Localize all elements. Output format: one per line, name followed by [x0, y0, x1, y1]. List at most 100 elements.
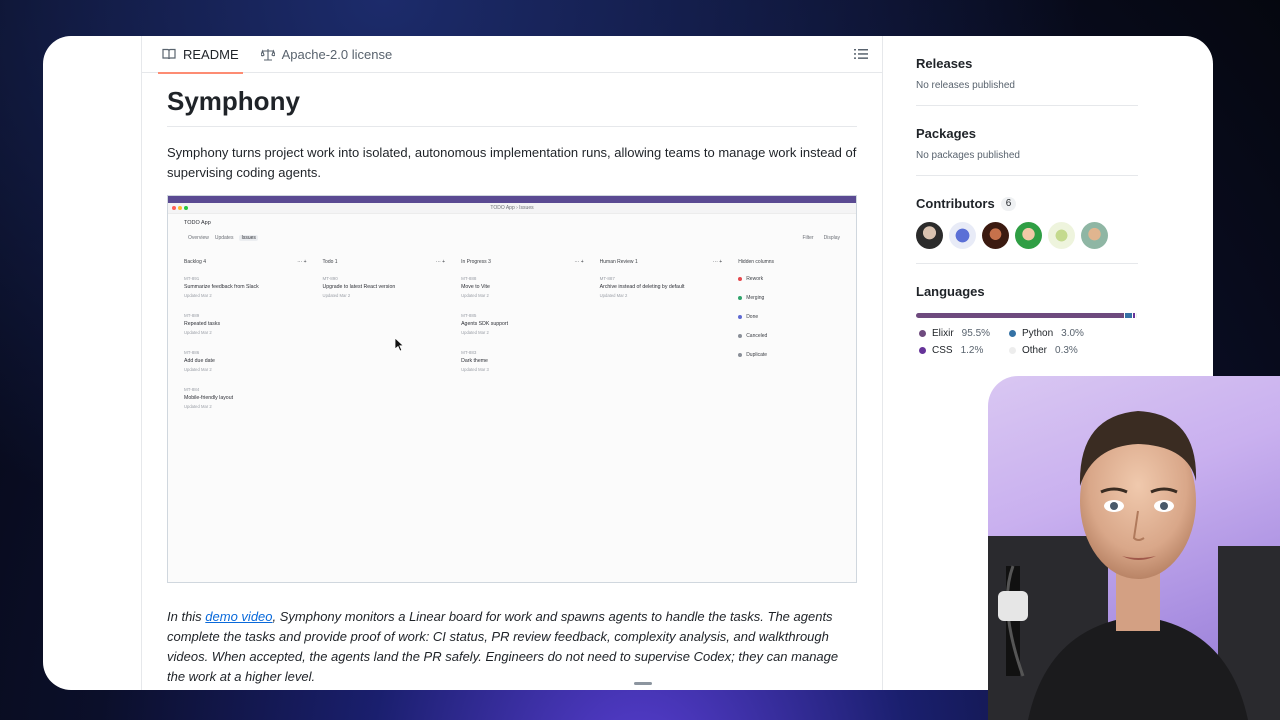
- language-bar-segment: [916, 313, 1125, 318]
- avatar[interactable]: [1081, 222, 1108, 249]
- issue-card: MT-890 Upgrade to latest React version Upd…: [319, 274, 450, 304]
- issue-id: MT-890: [322, 275, 338, 281]
- hidden-columns: Hidden columns Rework Merging Done Cance…: [734, 258, 852, 422]
- hidden-column-item: Merging: [734, 293, 852, 312]
- board-column-in-progress: In Progress 3 ··· + MT-888 Move to Vite Up…: [457, 258, 588, 422]
- issue-title: Agents SDK support: [461, 320, 509, 327]
- issue-updated: Updated Mar 2: [184, 403, 212, 409]
- language-name: Elixir: [932, 328, 954, 339]
- language-item[interactable]: Python 3.0%: [1009, 328, 1119, 339]
- language-bar: [916, 313, 1138, 318]
- issue-updated: Updated Mar 2: [461, 292, 489, 298]
- column-header: Todo 1 ··· +: [322, 258, 446, 265]
- tab-license-label: Apache-2.0 license: [281, 46, 393, 62]
- issue-title: Archive instead of deleting by default: [599, 283, 685, 290]
- column-name: Todo: [322, 258, 334, 265]
- releases-heading[interactable]: Releases: [916, 56, 1138, 71]
- kanban-board: Backlog 4 ··· + MT-891 Summarize feedback…: [180, 258, 852, 422]
- language-item[interactable]: CSS 1.2%: [919, 345, 1009, 356]
- filter-label: Filter: [802, 234, 814, 241]
- issue-id: MT-886: [184, 349, 200, 355]
- avatar[interactable]: [1048, 222, 1075, 249]
- avatar[interactable]: [916, 222, 943, 249]
- board-column-human-review: Human Review 1 ··· + MT-887 Archive inste…: [596, 258, 727, 422]
- contributors-count: 6: [1000, 196, 1017, 211]
- issue-updated: Updated Mar 2: [184, 366, 212, 372]
- column-count: 1: [334, 258, 338, 265]
- issue-title: Summarize feedback from Slack: [184, 283, 259, 290]
- tab-readme[interactable]: README: [154, 36, 247, 74]
- issue-updated: Updated Mar 3: [461, 366, 489, 372]
- demo-screenshot: TODO App › Issues TODO App Overview Upda…: [167, 194, 857, 583]
- issue-id: MT-891: [184, 275, 200, 281]
- language-bar-segment: [1136, 313, 1137, 318]
- column-name: Backlog: [184, 258, 202, 265]
- issue-title: Dark theme: [461, 357, 488, 364]
- language-bar-segment: [1132, 313, 1136, 318]
- column-count: 3: [488, 258, 491, 265]
- languages-section: Languages Elixir 95.5% Python 3.0% CSS 1.2%…: [916, 264, 1138, 370]
- avatar[interactable]: [982, 222, 1009, 249]
- readme-content: Symphony Symphony turns project work int…: [142, 73, 882, 687]
- packages-section: Packages No packages published: [916, 106, 1138, 176]
- issue-card: MT-891 Summarize feedback from Slack Updat…: [180, 274, 311, 304]
- hidden-column-item: Canceled: [734, 331, 852, 350]
- language-pct: 0.3%: [1055, 345, 1078, 356]
- releases-section: Releases No releases published: [916, 36, 1138, 106]
- language-item[interactable]: Other 0.3%: [1009, 345, 1119, 356]
- column-header: Backlog 4 ··· +: [184, 258, 307, 265]
- language-pct: 3.0%: [1061, 328, 1084, 339]
- hidden-column-label: Done: [746, 313, 759, 320]
- screenshot-window-title: TODO App › Issues: [490, 204, 534, 211]
- packages-heading[interactable]: Packages: [916, 126, 1138, 141]
- demo-video-link[interactable]: demo video: [205, 609, 272, 624]
- issue-card: MT-888 Move to Vite Updated Mar 2: [457, 274, 588, 304]
- hidden-column-item: Duplicate: [734, 350, 852, 369]
- list-icon[interactable]: [854, 48, 868, 60]
- issue-id: MT-887: [599, 275, 615, 281]
- issue-card: MT-886 Add due date Updated Mar 2: [180, 348, 311, 378]
- language-item[interactable]: Elixir 95.5%: [919, 328, 1009, 339]
- language-name: Python: [1022, 328, 1054, 339]
- issue-id: MT-888: [461, 275, 477, 281]
- issue-updated: Updated Mar 2: [599, 292, 628, 298]
- issue-card: MT-889 Repeated tasks Updated Mar 2: [180, 311, 311, 341]
- issue-title: Repeated tasks: [184, 320, 221, 327]
- webcam-overlay: [988, 376, 1280, 720]
- display-label: Display: [823, 234, 840, 241]
- issue-title: Mobile-friendly layout: [184, 394, 234, 401]
- language-bar-segment: [1125, 313, 1132, 318]
- mouse-cursor-icon: [395, 337, 405, 352]
- language-pct: 95.5%: [961, 328, 991, 339]
- contributors-heading[interactable]: Contributors: [916, 196, 995, 211]
- intro-paragraph: Symphony turns project work into isolate…: [167, 144, 857, 180]
- presenter-video: [988, 411, 1280, 720]
- column-count: 1: [634, 258, 638, 265]
- readme-panel: README Apache-2.0 license Symphony Symph…: [141, 36, 883, 690]
- issue-id: MT-889: [184, 312, 200, 318]
- column-header: Human Review 1 ··· +: [599, 258, 723, 265]
- avatar[interactable]: [949, 222, 976, 249]
- tab-license[interactable]: Apache-2.0 license: [253, 36, 401, 73]
- issue-card: MT-885 Agents SDK support Updated Mar 2: [457, 311, 588, 341]
- readme-tabs: README Apache-2.0 license: [142, 36, 882, 74]
- languages-heading: Languages: [916, 284, 985, 299]
- board-column-todo: Todo 1 ··· + MT-890 Upgrade to latest Rea…: [319, 258, 450, 422]
- screenshot-app-name: TODO App: [184, 219, 211, 226]
- language-list: Elixir 95.5% Python 3.0% CSS 1.2% Other 0.3%: [916, 328, 1138, 356]
- column-name: Human Review: [599, 258, 634, 265]
- hidden-column-item: Rework: [734, 274, 852, 293]
- column-header: In Progress 3 ··· +: [461, 258, 584, 265]
- hidden-column-label: Canceled: [746, 332, 768, 339]
- demo-description: In this demo video, Symphony monitors a …: [167, 607, 859, 687]
- book-icon: [162, 48, 176, 60]
- screenshot-filters: Filter Display: [802, 235, 840, 241]
- subtab-overview: Overview: [188, 234, 209, 241]
- avatar[interactable]: [1015, 222, 1042, 249]
- scroll-indicator[interactable]: [634, 682, 652, 685]
- issue-id: MT-885: [461, 312, 477, 318]
- hidden-column-item: Done: [734, 312, 852, 331]
- hidden-column-label: Rework: [746, 275, 764, 282]
- screenshot-menubar: [168, 195, 856, 203]
- issue-updated: Updated Mar 2: [322, 292, 351, 298]
